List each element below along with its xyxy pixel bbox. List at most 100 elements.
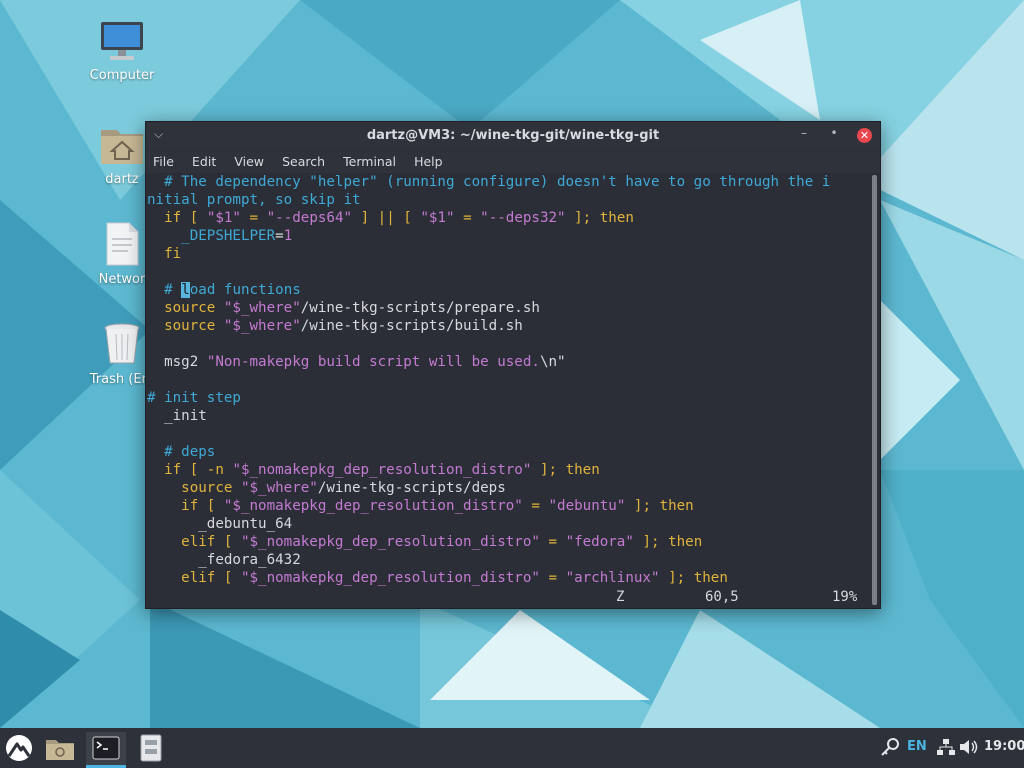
tray-key-icon[interactable] [880, 737, 900, 761]
code-text: ]; [531, 462, 566, 478]
variable: _DEPSHELPER [181, 228, 276, 244]
number-literal: 1 [283, 228, 293, 244]
keyword: source [181, 480, 241, 496]
string-literal: "$_where" [223, 318, 301, 334]
archive-icon [140, 734, 162, 762]
menu-file[interactable]: File [146, 151, 180, 169]
code-text: ]; [625, 498, 660, 514]
code-line: _fedora_6432 [147, 551, 871, 569]
string-literal: "$_nomakepkg_dep_resolution_distro" [240, 570, 540, 586]
taskbar: EN 19:00 [0, 728, 1024, 768]
code-text: [ [215, 570, 241, 586]
code-text: [ [181, 210, 207, 226]
code-line: elif [ "$_nomakepkg_dep_resolution_distr… [147, 533, 871, 551]
string-literal: "Non-makepkg build script will be used. [206, 354, 540, 370]
code-text: = [539, 570, 566, 586]
code-text: ] || [ [352, 210, 421, 226]
status-percent: 19% [832, 589, 858, 605]
keyword: source [164, 318, 224, 334]
menu-view[interactable]: View [227, 151, 270, 169]
comment-text: nitial prompt, so skip it [147, 192, 361, 208]
keyword: elif [181, 534, 216, 550]
code-line: # deps [147, 443, 871, 461]
menu-help[interactable]: Help [407, 151, 449, 169]
string-literal: "$_where" [240, 480, 318, 496]
network-icon [98, 220, 146, 268]
code-text: [ [198, 498, 224, 514]
keyword: fi [164, 246, 182, 262]
code-line: source "$_where"/wine-tkg-scripts/deps [147, 479, 871, 497]
clock[interactable]: 19:00 [984, 739, 1024, 754]
code-line: # The dependency "helper" (running confi… [147, 173, 871, 191]
string-literal: "$_nomakepkg_dep_resolution_distro" [232, 462, 532, 478]
home-folder-icon [98, 120, 146, 168]
code-line: if [ "$1" = "--deps64" ] || [ "$1" = "--… [147, 209, 871, 227]
comment-text: oad functions [189, 282, 301, 298]
maximize-icon[interactable]: • [826, 126, 842, 140]
code-line: _debuntu_64 [147, 515, 871, 533]
code-text: _debuntu_64 [198, 516, 293, 532]
keyword: then [693, 570, 728, 586]
keyboard-language[interactable]: EN [907, 739, 927, 754]
code-text: = [454, 210, 481, 226]
terminal-icon [92, 736, 120, 760]
code-text: [ [215, 534, 241, 550]
window-title: dartz@VM3: ~/wine-tkg-git/wine-tkg-git [366, 128, 660, 143]
code-line: if [ -n "$_nomakepkg_dep_resolution_dist… [147, 461, 871, 479]
comment-text: # init step [147, 390, 241, 406]
string-literal: "$1" [206, 210, 241, 226]
network-tray-icon[interactable] [937, 738, 955, 760]
keyword: source [164, 300, 224, 316]
string-literal: "$_where" [223, 300, 301, 316]
keyword: then [659, 498, 694, 514]
keyword: elif [181, 570, 216, 586]
minimize-icon[interactable]: – [796, 126, 812, 140]
trash-icon [98, 320, 146, 368]
menu-edit[interactable]: Edit [185, 151, 222, 169]
close-icon[interactable]: ✕ [857, 128, 872, 143]
code-line: msg2 "Non-makepkg build script will be u… [147, 353, 871, 371]
folder-icon [46, 740, 74, 760]
taskbar-archive-manager[interactable] [136, 732, 166, 764]
code-line: if [ "$_nomakepkg_dep_resolution_distro"… [147, 497, 871, 515]
volume-icon[interactable] [959, 738, 979, 760]
keyword: if [181, 498, 199, 514]
string-literal: "debuntu" [548, 498, 626, 514]
string-literal: "$_nomakepkg_dep_resolution_distro" [223, 498, 523, 514]
menu-bar: File Edit View Search Terminal Help [146, 151, 880, 173]
keyword: if [164, 462, 182, 478]
status-cursor-position: 60,5 [705, 589, 739, 605]
desktop-icon-computer[interactable]: Computer [77, 18, 167, 83]
code-text: /wine-tkg-scripts/build.sh [300, 318, 523, 334]
code-line: # load functions [147, 281, 871, 299]
code-text: \n" [539, 354, 566, 370]
menu-search[interactable]: Search [275, 151, 331, 169]
code-line: _init [147, 407, 871, 425]
scrollbar-thumb[interactable] [872, 175, 877, 605]
terminal-content[interactable]: # The dependency "helper" (running confi… [147, 173, 871, 605]
computer-icon [98, 18, 146, 66]
code-text: msg2 [164, 354, 207, 370]
code-text: /wine-tkg-scripts/deps [317, 480, 506, 496]
scrollbar[interactable] [872, 175, 878, 605]
code-text: ]; [633, 534, 669, 550]
code-line: source "$_where"/wine-tkg-scripts/build.… [147, 317, 871, 335]
app-menu-button[interactable] [4, 732, 34, 764]
code-text: _fedora_6432 [198, 552, 301, 568]
keyword: if [164, 210, 182, 226]
code-text: = [240, 210, 267, 226]
comment-text: # The dependency "helper" (running confi… [164, 174, 831, 190]
code-line: nitial prompt, so skip it [147, 191, 871, 209]
taskbar-terminal[interactable] [86, 732, 126, 768]
code-line: fi [147, 245, 871, 263]
desktop-icon-label: Computer [89, 68, 155, 83]
taskbar-file-manager[interactable] [44, 732, 76, 764]
menu-terminal[interactable]: Terminal [336, 151, 402, 169]
terminal-window[interactable]: ⌵ dartz@VM3: ~/wine-tkg-git/wine-tkg-git… [145, 121, 881, 609]
keyword: then [565, 462, 600, 478]
title-bar[interactable]: ⌵ dartz@VM3: ~/wine-tkg-git/wine-tkg-git… [146, 122, 880, 150]
